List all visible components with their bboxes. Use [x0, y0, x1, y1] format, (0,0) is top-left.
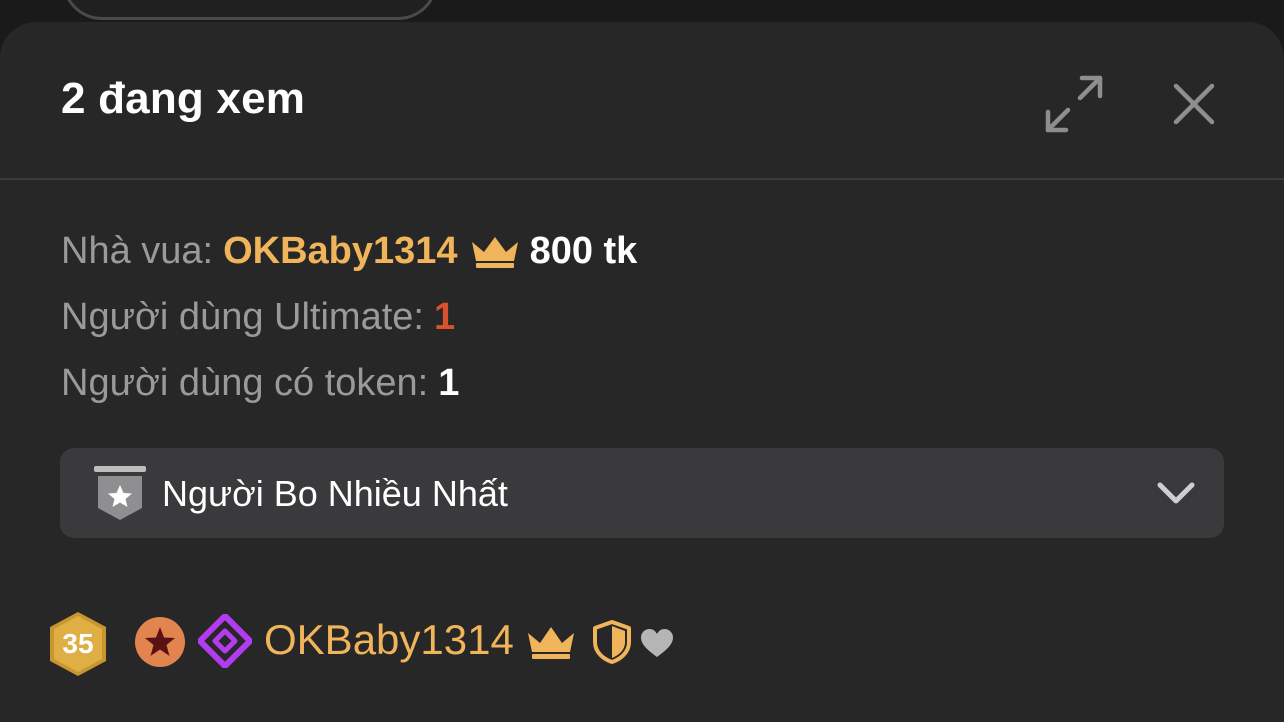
list-item[interactable]: 35 OKBaby1314 [46, 608, 746, 678]
panel-header: 2 đang xem [0, 22, 1284, 180]
expand-button[interactable] [1042, 72, 1106, 136]
chevron-down-icon [1157, 482, 1195, 504]
token-users-count: 1 [438, 361, 460, 404]
star-badge-icon [135, 617, 185, 667]
shield-icon [593, 620, 631, 664]
heart-icon [641, 629, 673, 657]
crown-icon [528, 627, 574, 659]
ultimate-row: Người dùng Ultimate: 1 [61, 284, 637, 350]
background-pill [62, 0, 438, 20]
crown-icon [471, 237, 518, 268]
diamond-icon [198, 614, 252, 668]
ultimate-count: 1 [433, 295, 456, 338]
king-name[interactable]: OKBaby1314 [223, 230, 457, 273]
king-tokens: 800 tk [529, 229, 638, 272]
viewer-stats: Nhà vua: OKBaby1314 800 tk Người dùng Ul… [61, 218, 637, 416]
ultimate-label: Người dùng Ultimate: [61, 295, 424, 338]
king-label: Nhà vua: [61, 229, 214, 272]
top-tipper-dropdown[interactable]: Người Bo Nhiều Nhất [60, 448, 1224, 538]
close-icon [1173, 83, 1215, 125]
dropdown-label: Người Bo Nhiều Nhất [162, 473, 508, 514]
king-row: Nhà vua: OKBaby1314 800 tk [61, 218, 637, 284]
expand-icon [1045, 75, 1103, 133]
panel-title: 2 đang xem [61, 74, 306, 123]
username[interactable]: OKBaby1314 [264, 616, 514, 664]
viewers-panel: 2 đang xem Nhà vua: OKBaby1314 800 tk Ng… [0, 22, 1284, 722]
star-shield-icon [94, 466, 146, 520]
token-users-row: Người dùng có token: 1 [61, 350, 637, 416]
level-number: 35 [62, 628, 94, 659]
token-users-label: Người dùng có token: [61, 361, 429, 404]
close-button[interactable] [1168, 78, 1220, 130]
